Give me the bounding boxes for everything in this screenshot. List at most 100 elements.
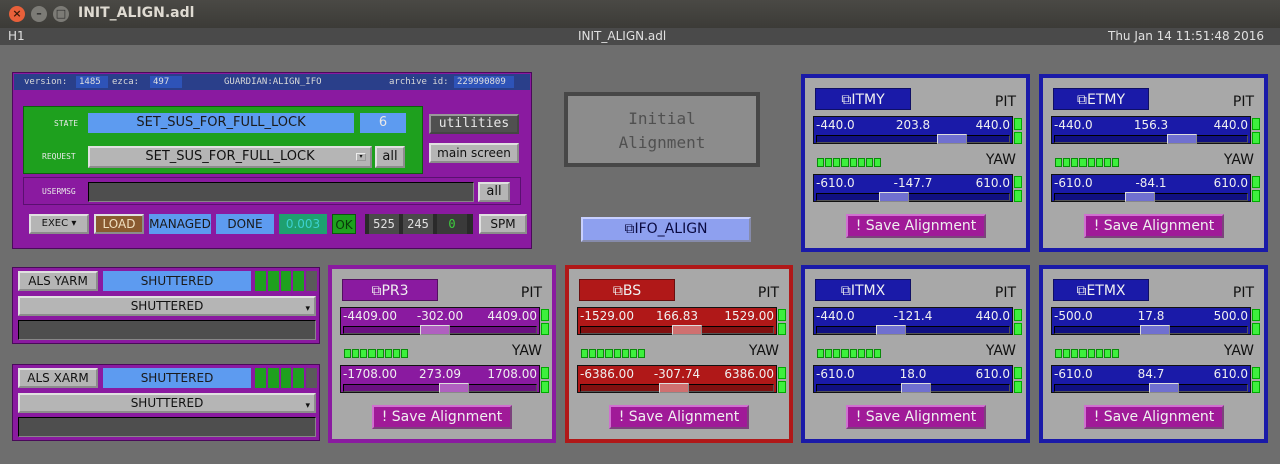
pr3-pit-slider-handle[interactable] xyxy=(420,325,450,335)
itmx-yaw-readout: -610.0 18.0 610.0 xyxy=(814,366,1012,382)
itmx-pit-slider-handle[interactable] xyxy=(876,325,906,335)
related-display-icon: ⧉ xyxy=(612,283,623,299)
pr3-save-alignment-button[interactable]: ! Save Alignment xyxy=(372,405,512,429)
itmx-pit-indicator-2 xyxy=(1014,323,1022,335)
usermsg-all-button[interactable]: all xyxy=(478,182,510,202)
etmx-yaw-slider-handle[interactable] xyxy=(1149,383,1179,393)
itmx-pit-max: 440.0 xyxy=(975,309,1010,323)
itmy-yaw-readout: -610.0 -147.7 610.0 xyxy=(814,175,1012,191)
etmy-related-display-button[interactable]: ⧉ETMY xyxy=(1053,88,1149,110)
spm-button[interactable]: SPM xyxy=(479,214,527,234)
itmx-save-alignment-button[interactable]: ! Save Alignment xyxy=(846,405,986,429)
pr3-pit-slider[interactable]: -4409.00 -302.00 4409.00 xyxy=(340,307,549,335)
etmx-pit-indicator xyxy=(1252,309,1260,321)
state-label: STATE xyxy=(54,119,79,128)
title-line-2: Alignment xyxy=(618,133,706,152)
window-close-icon[interactable]: × xyxy=(9,6,25,22)
etmx-related-display-button[interactable]: ⧉ETMX xyxy=(1053,279,1149,301)
utilities-button[interactable]: utilities xyxy=(429,114,519,134)
itmy-save-alignment-button[interactable]: ! Save Alignment xyxy=(846,214,986,238)
site-label: H1 xyxy=(8,29,25,43)
exec-select[interactable]: EXEC ▾ xyxy=(29,214,89,234)
als-yarm-select-value: SHUTTERED xyxy=(130,299,204,313)
als-yarm-panel: ALS YARM SHUTTERED SHUTTERED ▾ xyxy=(12,267,320,344)
als-xarm-message xyxy=(18,417,316,437)
state-value: SET_SUS_FOR_FULL_LOCK xyxy=(88,113,354,133)
pr3-status-leds xyxy=(344,349,408,358)
itmy-related-display-button[interactable]: ⧉ITMY xyxy=(815,88,911,110)
itmx-status-leds xyxy=(817,349,881,358)
chevron-down-icon: ▾ xyxy=(305,304,310,314)
etmx-yaw-slider[interactable]: -610.0 84.7 610.0 xyxy=(1051,365,1260,393)
als-yarm-button[interactable]: ALS YARM xyxy=(18,271,98,291)
itmx-save-label: Save Alignment xyxy=(865,409,977,425)
exclamation-icon: ! xyxy=(855,409,866,425)
itmy-yaw-label: YAW xyxy=(985,152,1016,168)
itmx-pit-indicator xyxy=(1014,309,1022,321)
bs-pit-label: PIT xyxy=(757,285,779,301)
etmy-pit-indicator-2 xyxy=(1252,132,1260,144)
itmy-pit-track xyxy=(816,135,1010,143)
als-yarm-select[interactable]: SHUTTERED ▾ xyxy=(18,296,316,316)
pr3-panel: ⧉PR3 PIT -4409.00 -302.00 4409.00 YAW -1… xyxy=(328,265,556,443)
etmx-panel: ⧉ETMX PIT -500.0 17.8 500.0 YAW -610.0 8… xyxy=(1039,265,1268,443)
etmx-pit-slider[interactable]: -500.0 17.8 500.0 xyxy=(1051,307,1260,335)
etmx-pit-slider-handle[interactable] xyxy=(1140,325,1170,335)
etmy-save-alignment-button[interactable]: ! Save Alignment xyxy=(1084,214,1224,238)
bs-related-display-button[interactable]: ⧉BS xyxy=(579,279,675,301)
pr3-related-display-button[interactable]: ⧉PR3 xyxy=(342,279,438,301)
etmy-pit-slider-handle[interactable] xyxy=(1167,134,1197,144)
etmx-yaw-indicator xyxy=(1252,367,1260,379)
etmy-yaw-indicator xyxy=(1252,176,1260,188)
bs-yaw-slider-handle[interactable] xyxy=(659,383,689,393)
pr3-yaw-slider[interactable]: -1708.00 273.09 1708.00 xyxy=(340,365,549,393)
usermsg-area: USERMSG all xyxy=(23,177,521,205)
als-yarm-indicators xyxy=(255,271,317,291)
itmx-yaw-indicator xyxy=(1014,367,1022,379)
bs-yaw-slider[interactable]: -6386.00 -307.74 6386.00 xyxy=(577,365,786,393)
etmx-pit-readout: -500.0 17.8 500.0 xyxy=(1052,308,1250,324)
window-minimize-icon[interactable]: – xyxy=(31,6,47,22)
etmy-yaw-slider-handle[interactable] xyxy=(1125,192,1155,202)
etmx-save-alignment-button[interactable]: ! Save Alignment xyxy=(1084,405,1224,429)
itmx-yaw-indicator-2 xyxy=(1014,381,1022,393)
pr3-yaw-slider-handle[interactable] xyxy=(439,383,469,393)
itmx-pit-slider[interactable]: -440.0 -121.4 440.0 xyxy=(813,307,1022,335)
load-button[interactable]: LOAD xyxy=(94,214,144,234)
als-xarm-button[interactable]: ALS XARM xyxy=(18,368,98,388)
itmx-related-display-button[interactable]: ⧉ITMX xyxy=(815,279,911,301)
bs-save-alignment-button[interactable]: ! Save Alignment xyxy=(609,405,749,429)
ifo-align-button[interactable]: ⧉IFO_ALIGN xyxy=(581,217,751,242)
etmy-yaw-slider[interactable]: -610.0 -84.1 610.0 xyxy=(1051,174,1260,202)
bs-pit-readout: -1529.00 166.83 1529.00 xyxy=(578,308,776,324)
related-display-icon: ⧉ xyxy=(1076,283,1087,299)
als-xarm-select[interactable]: SHUTTERED ▾ xyxy=(18,393,316,413)
window-titlebar: × – □ INIT_ALIGN.adl xyxy=(0,0,1280,28)
itmy-pit-slider[interactable]: -440.0 203.8 440.0 xyxy=(813,116,1022,144)
counters: 525 245 0 xyxy=(365,214,473,234)
chevron-down-icon: ▾ xyxy=(71,218,77,229)
etmy-panel: ⧉ETMY PIT -440.0 156.3 440.0 YAW -610.0 … xyxy=(1039,74,1268,252)
als-yarm-state: SHUTTERED xyxy=(103,271,251,291)
etmx-pit-indicator-2 xyxy=(1252,323,1260,335)
bs-pit-slider-handle[interactable] xyxy=(672,325,702,335)
itmx-name: ITMX xyxy=(850,283,886,299)
etmy-yaw-readout: -610.0 -84.1 610.0 xyxy=(1052,175,1250,191)
bs-yaw-readout: -6386.00 -307.74 6386.00 xyxy=(578,366,776,382)
pr3-yaw-indicator xyxy=(541,367,549,379)
main-screen-button[interactable]: main screen xyxy=(429,143,519,163)
itmy-yaw-slider[interactable]: -610.0 -147.7 610.0 xyxy=(813,174,1022,202)
bs-yaw-indicator-2 xyxy=(778,381,786,393)
request-all-button[interactable]: all xyxy=(375,146,405,168)
archive-label: archive id: xyxy=(389,77,449,87)
bs-pit-slider[interactable]: -1529.00 166.83 1529.00 xyxy=(577,307,786,335)
etmx-yaw-indicator-2 xyxy=(1252,381,1260,393)
itmy-yaw-slider-handle[interactable] xyxy=(879,192,909,202)
itmx-yaw-slider[interactable]: -610.0 18.0 610.0 xyxy=(813,365,1022,393)
window-maximize-icon[interactable]: □ xyxy=(53,6,69,22)
itmx-yaw-slider-handle[interactable] xyxy=(901,383,931,393)
counter-3: 0 xyxy=(437,214,467,234)
itmy-pit-slider-handle[interactable] xyxy=(937,134,967,144)
request-select[interactable]: SET_SUS_FOR_FULL_LOCK ▾ xyxy=(88,146,372,168)
etmy-pit-slider[interactable]: -440.0 156.3 440.0 xyxy=(1051,116,1260,144)
